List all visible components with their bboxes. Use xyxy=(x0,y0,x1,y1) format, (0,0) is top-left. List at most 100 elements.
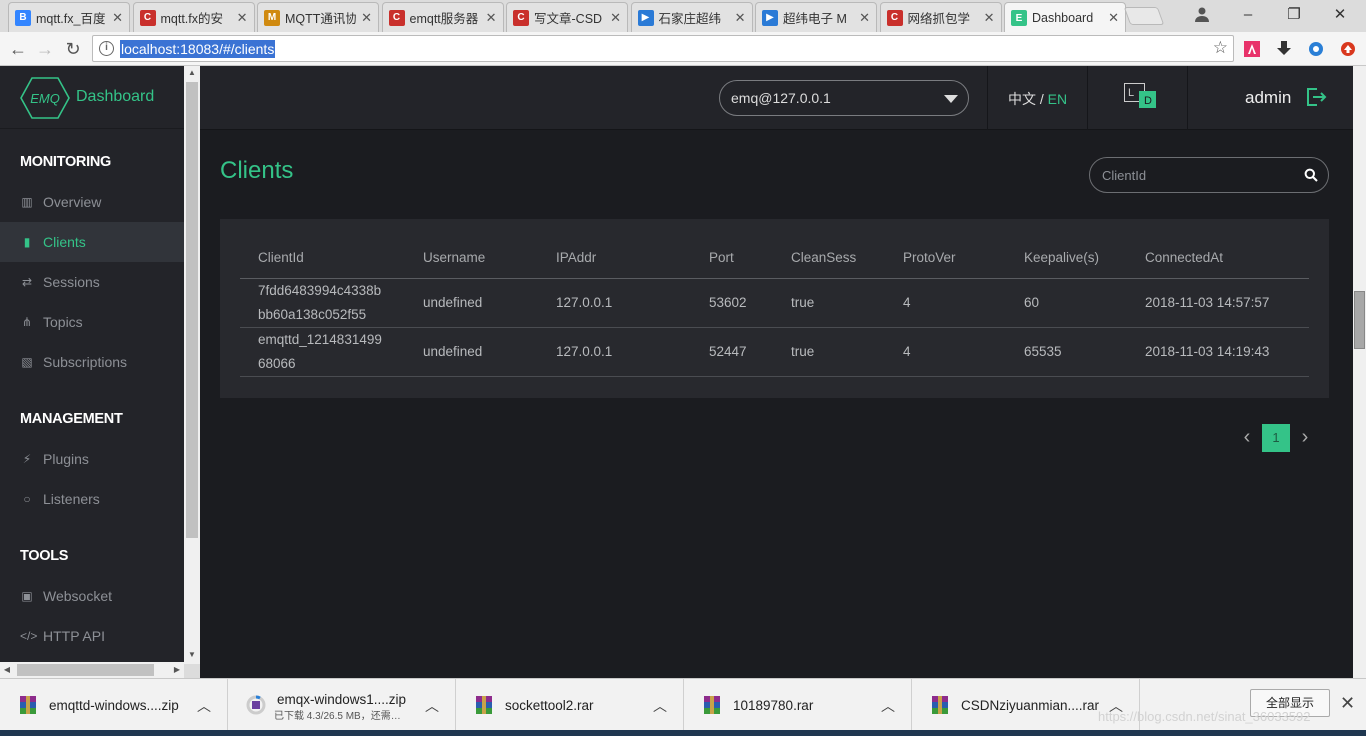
layout-toggle-icon[interactable]: L D xyxy=(1124,83,1156,109)
close-downloads-icon[interactable]: ✕ xyxy=(1340,693,1355,714)
sidebar-item-clients[interactable]: ▮ Clients xyxy=(0,222,184,262)
logout-icon[interactable] xyxy=(1305,86,1327,108)
cell-keepalive: 65535 xyxy=(1024,344,1062,359)
extension-blue-icon[interactable] xyxy=(1306,39,1326,59)
minimize-button[interactable]: – xyxy=(1228,0,1268,28)
chevron-up-icon[interactable]: ︿ xyxy=(881,696,895,716)
csdn-icon: C xyxy=(388,9,405,26)
tab-close-icon[interactable]: ✕ xyxy=(859,10,870,26)
browser-tab[interactable]: E Dashboard ✕ xyxy=(1004,2,1126,33)
sidebar-item-label: Listeners xyxy=(43,491,100,507)
horizontal-scroll-thumb[interactable] xyxy=(17,664,154,676)
mqtt-icon: M xyxy=(264,9,280,26)
winrar-icon xyxy=(18,695,38,715)
profile-icon[interactable] xyxy=(1182,0,1222,28)
browser-toolbar: ← → ↻ i localhost:18083/#/clients ☆ xyxy=(0,32,1366,66)
sidebar-scroll-thumb[interactable] xyxy=(186,82,198,538)
sidebar-item-subscriptions[interactable]: ▧ Subscriptions xyxy=(0,342,184,382)
scroll-left-icon[interactable]: ◀ xyxy=(0,662,14,678)
prev-page-icon[interactable]: ‹ xyxy=(1240,424,1254,452)
sidebar-item-overview[interactable]: ▥ Overview xyxy=(0,182,184,222)
node-select[interactable]: emq@127.0.0.1 xyxy=(719,80,969,116)
browser-tab[interactable]: ▶ 石家庄超纬 ✕ xyxy=(630,2,753,32)
close-window-button[interactable]: ✕ xyxy=(1320,0,1360,28)
extension-red-arrow-icon[interactable] xyxy=(1338,39,1358,59)
sidebar-item-websocket[interactable]: ▣ Websocket xyxy=(0,576,184,616)
lang-en[interactable]: EN xyxy=(1048,91,1067,107)
browser-tab[interactable]: ▶ 超纬电子 M ✕ xyxy=(755,2,877,32)
sidebar-scrollbar[interactable]: ▲ ▼ xyxy=(184,66,200,664)
new-tab-button[interactable] xyxy=(1123,7,1165,25)
browser-tab[interactable]: C 网络抓包学 ✕ xyxy=(879,2,1002,32)
browser-tab[interactable]: C 写文章-CSD ✕ xyxy=(506,2,628,32)
download-item[interactable]: 10189780.rar ︿ xyxy=(684,679,912,731)
chevron-up-icon[interactable]: ︿ xyxy=(653,696,667,716)
tab-title: 石家庄超纬 xyxy=(658,12,722,26)
scroll-right-icon[interactable]: ▶ xyxy=(170,662,184,678)
tab-title: MQTT通讯协 xyxy=(285,12,357,26)
top-header: emq@127.0.0.1 中文 / EN L D admin xyxy=(200,66,1353,130)
browser-tab[interactable]: M MQTT通讯协 ✕ xyxy=(257,2,379,32)
language-switch[interactable]: 中文 / EN xyxy=(1008,89,1067,109)
sidebar-item-plugins[interactable]: ⚡ Plugins xyxy=(0,439,184,479)
tab-title: Dashboard xyxy=(1032,11,1094,25)
download-filename: sockettool2.rar xyxy=(505,697,594,713)
sidebar-item-sessions[interactable]: ⇄ Sessions xyxy=(0,262,184,302)
sidebar-item-topics[interactable]: ⋔ Topics xyxy=(0,302,184,342)
forward-button[interactable]: → xyxy=(33,37,57,61)
scroll-down-icon[interactable]: ▼ xyxy=(184,648,200,662)
tab-close-icon[interactable]: ✕ xyxy=(486,10,497,26)
download-item[interactable]: emqttd-windows....zip ︿ xyxy=(0,679,228,731)
os-taskbar xyxy=(0,730,1366,736)
download-arrow-icon[interactable] xyxy=(1274,39,1294,59)
download-item[interactable]: emqx-windows1....zip 已下载 4.3/26.5 MB，还需… ︿ xyxy=(228,679,456,731)
clientid-search-input[interactable] xyxy=(1102,166,1292,184)
table-row[interactable]: emqttd_1214831499 68066 undefined 127.0.0.1… xyxy=(240,328,1309,377)
lang-zh[interactable]: 中文 xyxy=(1008,91,1036,107)
page-number[interactable]: 1 xyxy=(1262,424,1290,452)
next-page-icon[interactable]: › xyxy=(1298,424,1312,452)
reload-button[interactable]: ↻ xyxy=(61,37,85,61)
clients-table: ClientId Username IPAddr Port CleanSess Proto… xyxy=(240,237,1309,377)
sidebar-item-http-api[interactable]: </> HTTP API xyxy=(0,616,184,656)
brand[interactable]: EMQ Dashboard xyxy=(0,66,184,129)
scroll-up-icon[interactable]: ▲ xyxy=(184,66,200,80)
bar-chart-icon: ▥ xyxy=(21,195,33,209)
tab-close-icon[interactable]: ✕ xyxy=(237,10,248,26)
restore-button[interactable]: ❐ xyxy=(1274,0,1314,28)
listeners-icon: ○ xyxy=(23,492,31,506)
search-icon[interactable] xyxy=(1304,168,1318,182)
browser-tab[interactable]: Cmqtt.fx的安 ✕ xyxy=(132,2,255,32)
back-button[interactable]: ← xyxy=(6,37,30,61)
topics-icon: ⋔ xyxy=(21,315,33,329)
sidebar-horizontal-scrollbar[interactable]: ◀ ▶ xyxy=(0,662,184,678)
chevron-up-icon[interactable]: ︿ xyxy=(197,696,211,716)
client-search[interactable] xyxy=(1089,157,1329,193)
tab-title: mqtt.fx_百度 xyxy=(36,12,106,26)
sidebar-item-listeners[interactable]: ○ Listeners xyxy=(0,479,184,519)
emq-icon: E xyxy=(1011,10,1027,26)
nav-section-title: TOOLS xyxy=(20,548,69,564)
browser-tab[interactable]: Bmqtt.fx_百度 ✕ xyxy=(8,2,130,32)
username: admin xyxy=(1245,88,1292,107)
plug-icon: ⚡ xyxy=(22,452,32,466)
page-scrollbar[interactable] xyxy=(1353,66,1366,678)
download-item[interactable]: sockettool2.rar ︿ xyxy=(456,679,684,731)
chevron-up-icon[interactable]: ︿ xyxy=(425,696,439,716)
table-row[interactable]: 7fdd6483994c4338b bb60a138c052f55 undefine… xyxy=(240,279,1309,328)
info-icon[interactable]: i xyxy=(99,41,114,56)
extension-red-a-icon[interactable] xyxy=(1242,39,1262,59)
page-scroll-thumb[interactable] xyxy=(1354,291,1365,349)
csdn-icon: C xyxy=(886,9,903,26)
bookmark-star-icon[interactable]: ☆ xyxy=(1213,38,1228,58)
tab-close-icon[interactable]: ✕ xyxy=(610,10,621,26)
browser-tab[interactable]: Cemqtt服务器 ✕ xyxy=(381,2,504,32)
tab-close-icon[interactable]: ✕ xyxy=(1108,10,1119,26)
address-bar[interactable]: i localhost:18083/#/clients ☆ xyxy=(92,35,1234,62)
url-text[interactable]: localhost:18083/#/clients xyxy=(120,40,276,58)
tab-close-icon[interactable]: ✕ xyxy=(984,10,995,26)
client-id-cell: 7fdd6483994c4338b bb60a138c052f55 xyxy=(258,279,381,327)
tab-close-icon[interactable]: ✕ xyxy=(112,10,123,26)
tab-close-icon[interactable]: ✕ xyxy=(735,10,746,26)
tab-close-icon[interactable]: ✕ xyxy=(361,10,372,26)
